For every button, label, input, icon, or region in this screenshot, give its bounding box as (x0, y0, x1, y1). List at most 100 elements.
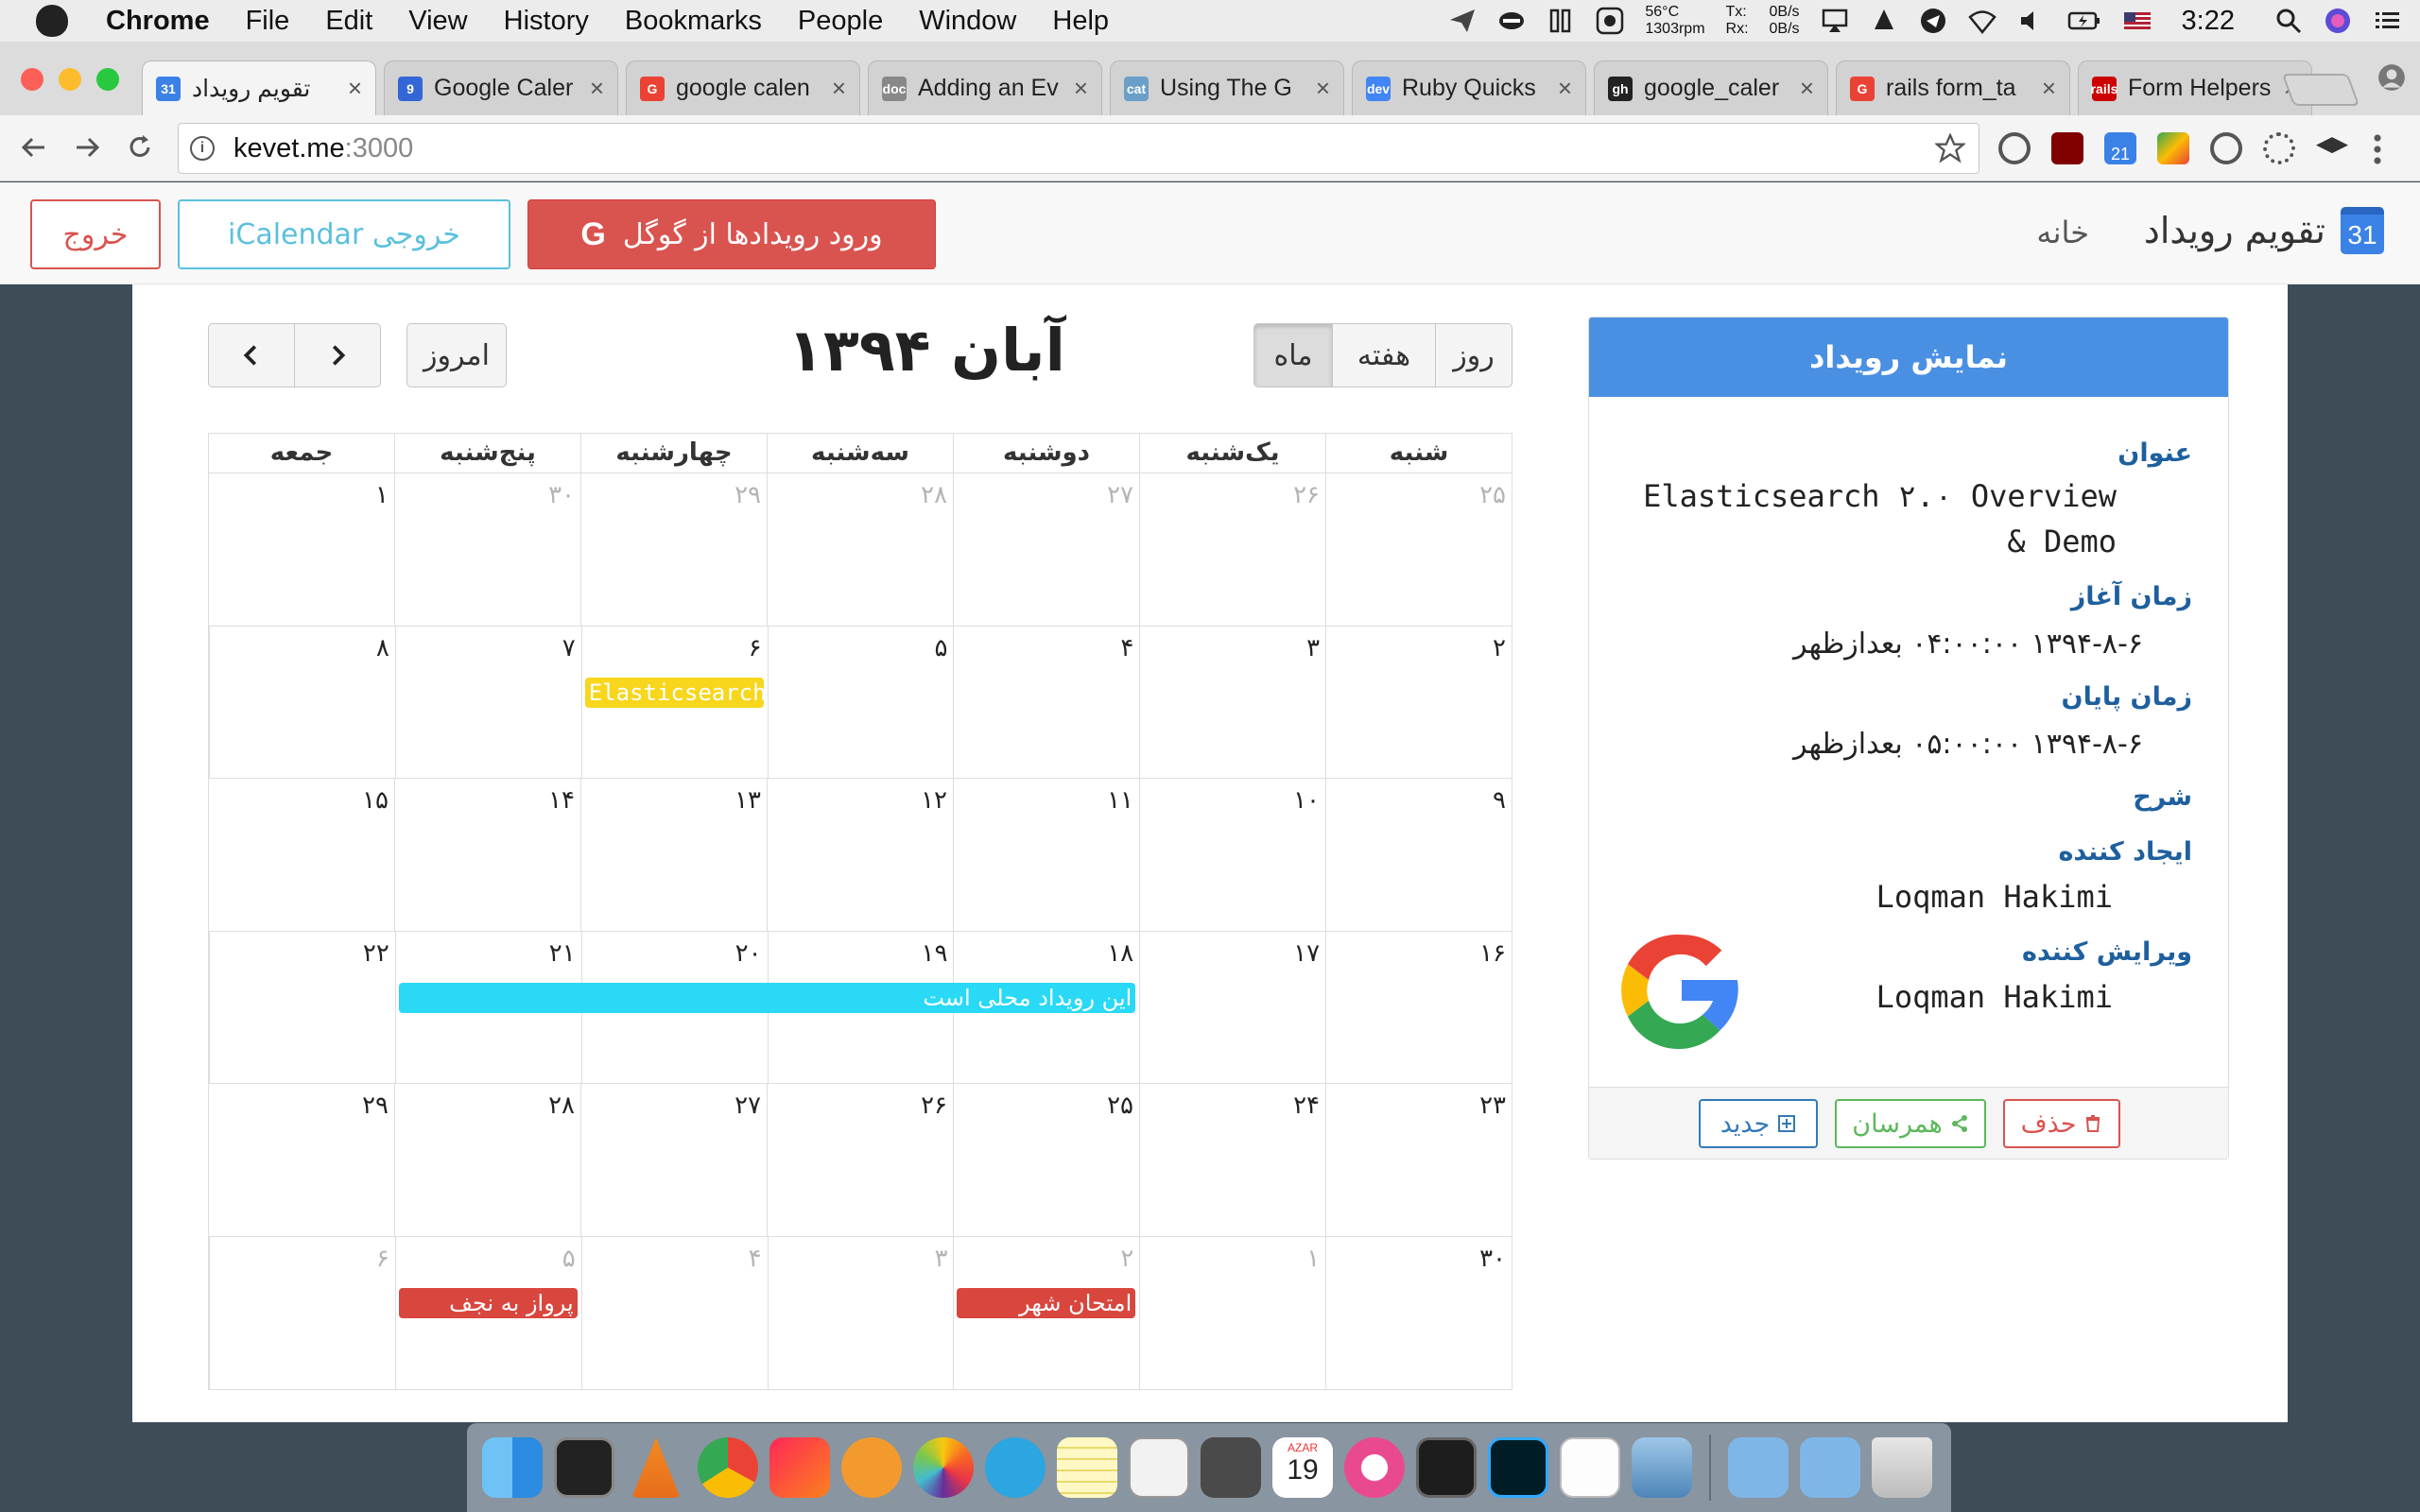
browser-tab[interactable]: 9 Google Caler × (384, 60, 618, 115)
calendar-day-cell[interactable]: ۱۲ (767, 779, 953, 931)
browser-tab[interactable]: Ggoogle calen × (626, 60, 860, 115)
calendar-day-cell[interactable]: ۲۹ (209, 1084, 394, 1236)
calendar-day-cell[interactable]: ۳ (1139, 626, 1325, 778)
activity-monitor-icon[interactable] (1416, 1437, 1477, 1498)
calendar-extension-icon[interactable]: 21 (2104, 132, 2136, 164)
new-tab-button[interactable] (2281, 74, 2360, 106)
calendar-day-cell[interactable]: ۷ (394, 626, 581, 778)
photos-icon[interactable] (913, 1437, 974, 1498)
apple-menu-icon[interactable] (36, 5, 68, 37)
chopin-album-icon[interactable] (1129, 1437, 1189, 1498)
logout-button[interactable]: خروج (30, 199, 161, 269)
window-minimize-button[interactable] (59, 68, 81, 91)
menu-app-name[interactable]: Chrome (106, 6, 210, 37)
browser-tab[interactable]: gh google_caler × (1594, 60, 1828, 115)
tab-close-icon[interactable]: × (832, 74, 846, 103)
menu-window[interactable]: Window (919, 6, 1016, 37)
vlc-icon[interactable] (631, 1437, 681, 1498)
calendar-day-cell[interactable]: ۱۷ (1139, 931, 1325, 1083)
calendar-day-cell[interactable]: ۲۸ (767, 473, 953, 626)
browser-tab[interactable]: Grails form_ta × (1836, 60, 2070, 115)
telegram-dock-icon[interactable] (985, 1437, 1046, 1498)
tab-close-icon[interactable]: × (2042, 74, 2056, 103)
new-event-button[interactable]: جدید (1699, 1099, 1818, 1148)
browser-tab[interactable]: railsForm Helpers× (2078, 60, 2312, 115)
tab-close-icon[interactable]: × (1800, 74, 1814, 103)
itunes-icon[interactable] (1344, 1437, 1405, 1498)
site-info-icon[interactable]: i (190, 136, 215, 161)
downloads-folder-icon[interactable] (1800, 1437, 1860, 1498)
event-exam[interactable]: امتحان شهر (957, 1287, 1136, 1318)
browser-tab[interactable]: doc Adding an Ev × (868, 60, 1102, 115)
browser-tab[interactable]: cat Using The G × (1110, 60, 1344, 115)
calendar-day-cell[interactable]: ۲۴ (1139, 1084, 1325, 1236)
graduation-cap-icon[interactable] (2316, 137, 2348, 154)
menu-bookmarks[interactable]: Bookmarks (625, 6, 762, 37)
calendar-day-cell[interactable]: ۲۲ (208, 931, 395, 1083)
spotlight-search-icon[interactable] (2274, 7, 2303, 35)
view-day-button[interactable]: روز (1435, 323, 1512, 387)
extension-gear-icon[interactable] (2263, 132, 2295, 164)
export-icalendar-button[interactable]: خروجی iCalendar (178, 199, 510, 269)
brand[interactable]: 31 تقویم رویداد (2144, 207, 2384, 254)
calendar-day-cell[interactable]: ۳ (767, 1236, 954, 1389)
menu-help[interactable]: Help (1052, 6, 1109, 37)
address-bar[interactable]: i kevet.me:3000 (178, 123, 1979, 174)
calendar-day-cell[interactable]: ۶ (208, 1236, 395, 1389)
today-button[interactable]: امروز (406, 323, 507, 387)
finder-icon[interactable] (482, 1437, 543, 1498)
tab-close-icon[interactable]: × (590, 74, 604, 103)
view-week-button[interactable]: هفته (1332, 323, 1436, 387)
send-icon[interactable] (1448, 7, 1477, 35)
rubymine-icon[interactable] (769, 1437, 830, 1498)
sublime-text-icon[interactable] (1201, 1437, 1261, 1498)
calendar-day-cell[interactable]: ۲۶ (1139, 473, 1325, 626)
pause-panel-icon[interactable] (1547, 7, 1575, 35)
calendar-day-cell[interactable]: ۲۵ (953, 1084, 1139, 1236)
calendar-day-cell[interactable]: ۲۷ (953, 473, 1139, 626)
trash-dock-icon[interactable] (1872, 1437, 1932, 1498)
next-button[interactable] (294, 323, 381, 387)
tab-close-icon[interactable]: × (1316, 74, 1330, 103)
calendar-day-cell[interactable]: ۹ (1325, 779, 1512, 931)
siri-icon[interactable] (2324, 7, 2352, 35)
event-local[interactable]: این رویداد محلی است (398, 982, 1136, 1013)
menu-bar-clock[interactable]: 3:22 (2182, 6, 2235, 37)
calendar-day-cell[interactable]: ۳۰ (1325, 1236, 1512, 1389)
prev-button[interactable] (208, 323, 295, 387)
calendar-day-cell[interactable]: ۲۶ (767, 1084, 953, 1236)
istat-icon[interactable] (1596, 7, 1624, 35)
browser-tab[interactable]: dev Ruby Quicks × (1352, 60, 1586, 115)
calendar-day-cell[interactable]: ۱۳ (580, 779, 767, 931)
mouth-icon[interactable] (1497, 7, 1526, 35)
extension-sync-icon[interactable] (1998, 132, 2031, 164)
share-event-button[interactable]: همرسان (1835, 1099, 1986, 1148)
calendar-dock-icon[interactable]: AZAR 19 (1272, 1437, 1333, 1498)
calendar-day-cell[interactable]: ۵ (767, 626, 954, 778)
applications-folder-icon[interactable] (1728, 1437, 1789, 1498)
back-button[interactable] (15, 129, 53, 166)
ibooks-icon[interactable] (841, 1437, 902, 1498)
chrome-icon[interactable] (698, 1437, 758, 1498)
menu-view[interactable]: View (408, 6, 467, 37)
browser-tab[interactable]: 31 تقویم رویداد × (142, 60, 376, 115)
telegram-icon[interactable] (1919, 7, 1947, 35)
event-flight[interactable]: پرواز به نجف (398, 1287, 578, 1318)
notes-icon[interactable] (1057, 1437, 1117, 1498)
calendar-day-cell[interactable]: ۴ (953, 626, 1139, 778)
reload-button[interactable] (121, 129, 159, 166)
nav-home-link[interactable]: خانه (2036, 215, 2089, 250)
calendar-day-cell[interactable]: ۲۳ (1325, 1084, 1512, 1236)
airplay-icon[interactable] (1821, 7, 1849, 35)
volume-icon[interactable] (2017, 7, 2046, 35)
profile-icon[interactable] (2377, 62, 2407, 93)
calendar-day-cell[interactable]: ۲۸ (394, 1084, 580, 1236)
bookmark-star-icon[interactable] (1935, 133, 1965, 163)
us-flag-icon[interactable] (2123, 7, 2152, 35)
delete-event-button[interactable]: حذف (2003, 1099, 2120, 1148)
calendar-day-cell[interactable]: ۱۵ (209, 779, 394, 931)
menu-file[interactable]: File (246, 6, 290, 37)
import-google-events-button[interactable]: ورود رویدادها از گوگل G (527, 199, 936, 269)
calendar-day-cell[interactable]: ۱۶ (1325, 931, 1512, 1083)
ublock-icon[interactable] (2051, 132, 2083, 164)
